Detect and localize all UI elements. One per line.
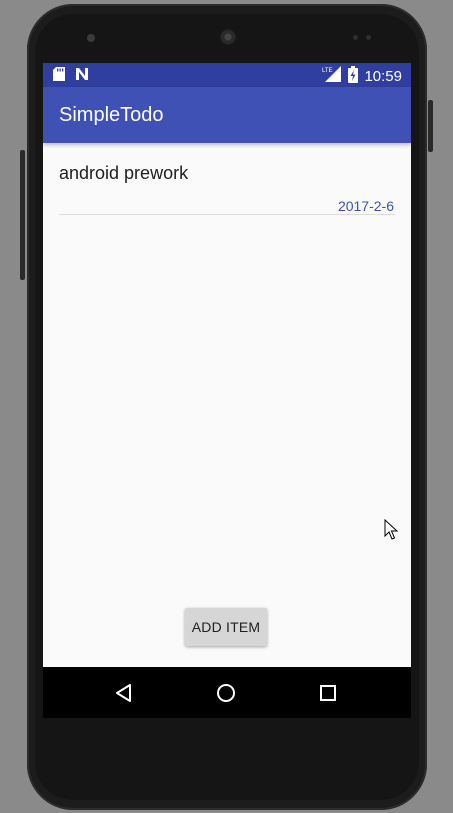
battery-charging-icon: [348, 65, 359, 88]
app-bar: SimpleTodo: [43, 87, 411, 143]
todo-list: android prework 2017-2-6: [43, 143, 411, 215]
status-right-icons: LTE 10:59: [322, 65, 402, 88]
list-item[interactable]: android prework 2017-2-6: [43, 143, 411, 215]
todo-title: android prework: [59, 163, 189, 183]
sd-card-icon: [53, 67, 65, 86]
add-item-button[interactable]: ADD ITEM: [185, 608, 267, 646]
screen: LTE 10:59 SimpleTodo android prework 201…: [43, 63, 411, 718]
recents-icon[interactable]: [316, 681, 340, 705]
status-clock: 10:59: [364, 68, 402, 85]
status-left-icons: [53, 67, 89, 86]
back-icon[interactable]: [112, 681, 136, 705]
n-notification-icon: [75, 67, 89, 86]
power-button: [428, 100, 433, 152]
list-divider: [59, 214, 395, 215]
earpiece-speaker: [220, 29, 236, 45]
todo-date: 2017-2-6: [337, 198, 394, 214]
light-sensor: [366, 35, 371, 40]
lte-signal-icon: LTE: [322, 65, 342, 88]
front-camera: [87, 34, 95, 42]
proximity-sensor: [353, 35, 358, 40]
home-icon[interactable]: [214, 681, 238, 705]
add-item-button-label: ADD ITEM: [191, 619, 261, 635]
mouse-cursor-icon: [384, 518, 399, 546]
status-bar: LTE 10:59: [43, 63, 411, 87]
svg-text:LTE: LTE: [322, 68, 333, 74]
volume-button: [20, 150, 25, 280]
app-title: SimpleTodo: [59, 104, 164, 126]
navigation-bar: [43, 667, 411, 718]
